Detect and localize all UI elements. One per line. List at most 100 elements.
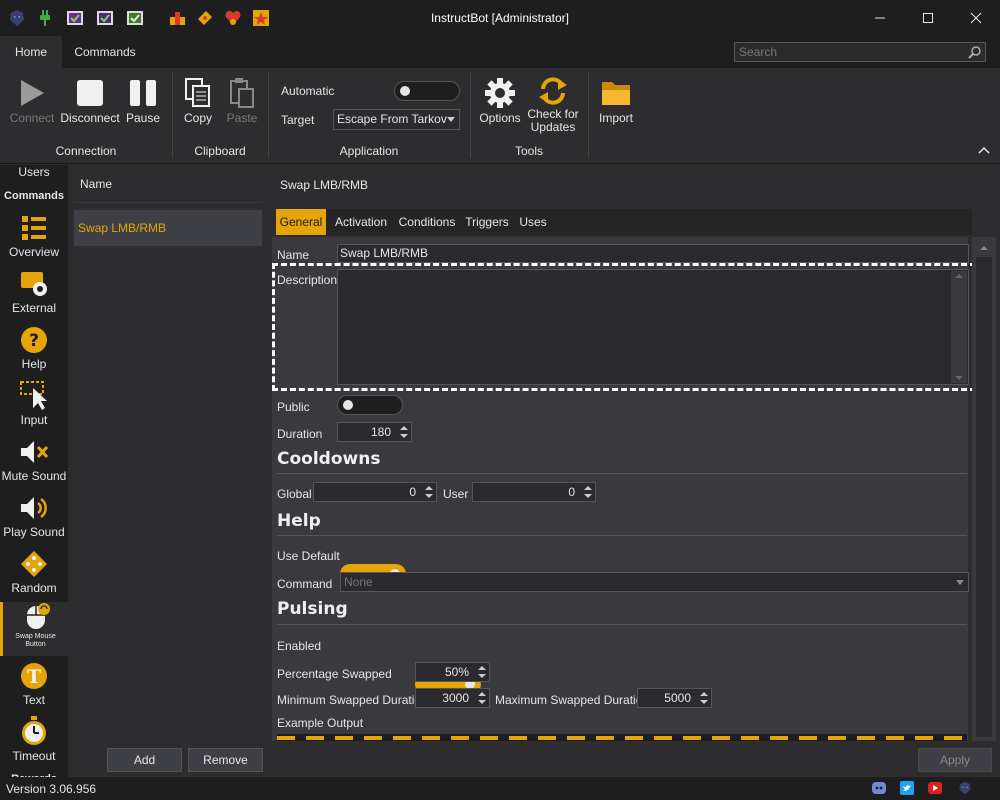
- play-icon: [21, 80, 44, 106]
- mouse-swap-icon: [26, 603, 50, 629]
- dice-icon: [21, 551, 47, 577]
- window-title: InstructBot [Administrator]: [430, 11, 570, 25]
- command-select[interactable]: None: [340, 572, 969, 592]
- nav-item-timeout[interactable]: Timeout: [0, 714, 68, 770]
- tab-uses[interactable]: Uses: [516, 209, 550, 235]
- tab-conditions[interactable]: Conditions: [396, 209, 458, 235]
- disconnect-button[interactable]: Disconnect: [60, 74, 120, 134]
- nav-users[interactable]: Users: [0, 165, 68, 183]
- paste-button[interactable]: Paste: [222, 74, 262, 134]
- refresh-icon: [539, 77, 567, 105]
- wolf-logo-icon[interactable]: [957, 780, 973, 796]
- nav-item-mute-sound[interactable]: Mute Sound: [0, 434, 68, 490]
- automatic-toggle[interactable]: [394, 81, 460, 101]
- automatic-label: Automatic: [281, 84, 335, 98]
- search-box[interactable]: [734, 42, 986, 62]
- tab-home[interactable]: Home: [0, 36, 62, 68]
- tab-general[interactable]: General: [276, 209, 326, 235]
- global-cooldown-input[interactable]: 0: [313, 482, 437, 502]
- tab-commands[interactable]: Commands: [62, 36, 148, 68]
- star-badge-icon[interactable]: [250, 7, 272, 29]
- nav-item-external[interactable]: External: [0, 266, 68, 322]
- check-for-updates-button[interactable]: Check for Updates: [526, 74, 580, 134]
- close-icon: [970, 12, 982, 24]
- shield-green-icon[interactable]: [124, 7, 146, 29]
- discord-icon[interactable]: [872, 781, 886, 795]
- scroll-down-icon[interactable]: [951, 373, 967, 383]
- scroll-up-icon[interactable]: [951, 271, 967, 281]
- nav-commands-header[interactable]: Commands: [0, 185, 68, 207]
- maximize-button[interactable]: [905, 0, 951, 36]
- youtube-icon[interactable]: [928, 781, 942, 795]
- twitter-icon[interactable]: [900, 781, 914, 795]
- spinner-arrows-icon[interactable]: [477, 690, 487, 706]
- nav-item-help[interactable]: ? Help: [0, 322, 68, 378]
- remove-button[interactable]: Remove: [188, 748, 263, 772]
- plug-icon[interactable]: [34, 7, 56, 29]
- command-list-panel: Name Swap LMB/RMB Add Remove: [68, 165, 268, 777]
- global-label: Global: [277, 487, 312, 501]
- shield-purple-2-icon[interactable]: [94, 7, 116, 29]
- user-cooldown-input[interactable]: 0: [472, 482, 596, 502]
- public-toggle[interactable]: [337, 395, 403, 415]
- list-item[interactable]: Swap LMB/RMB: [74, 210, 262, 246]
- text-t-icon: T: [21, 663, 47, 689]
- apply-button[interactable]: Apply: [918, 748, 992, 772]
- stopwatch-icon: [22, 716, 46, 745]
- add-button[interactable]: Add: [107, 748, 182, 772]
- spinner-arrows-icon[interactable]: [699, 690, 709, 706]
- tab-activation[interactable]: Activation: [332, 209, 390, 235]
- collapse-ribbon-icon[interactable]: [978, 146, 990, 154]
- scroll-thumb[interactable]: [976, 257, 992, 737]
- nav-item-input[interactable]: Input: [0, 378, 68, 434]
- wolf-logo-icon[interactable]: [6, 7, 28, 29]
- nav-item-text[interactable]: T Text: [0, 658, 68, 714]
- pause-button[interactable]: Pause: [122, 74, 164, 134]
- description-textarea[interactable]: [337, 269, 969, 385]
- scroll-up-icon[interactable]: [976, 243, 992, 253]
- heart-badge-icon[interactable]: [222, 7, 244, 29]
- copy-button[interactable]: Copy: [178, 74, 218, 134]
- minimize-button[interactable]: [857, 0, 903, 36]
- tools-group-label: Tools: [514, 144, 543, 158]
- nav-item-random[interactable]: Random: [0, 546, 68, 602]
- nav-item-play-sound[interactable]: Play Sound: [0, 490, 68, 546]
- detail-scrollbar[interactable]: [972, 237, 996, 741]
- search-input[interactable]: [735, 43, 965, 61]
- minimize-icon: [875, 17, 885, 19]
- overview-list-icon: [22, 216, 46, 240]
- svg-text:?: ?: [29, 331, 39, 351]
- options-button[interactable]: Options: [478, 74, 522, 134]
- spinner-arrows-icon[interactable]: [583, 484, 593, 500]
- nav-item-overview[interactable]: Overview: [0, 210, 68, 266]
- folder-icon: [602, 82, 630, 105]
- ticket-icon[interactable]: [194, 7, 216, 29]
- connect-button[interactable]: Connect: [6, 74, 58, 134]
- percentage-swapped-input[interactable]: 50%: [415, 662, 490, 682]
- nav-rewards-header[interactable]: Rewards: [0, 768, 68, 777]
- duration-input[interactable]: 180: [337, 422, 412, 442]
- percentage-swapped-label: Percentage Swapped: [277, 667, 392, 681]
- shield-purple-icon[interactable]: [64, 7, 86, 29]
- target-select[interactable]: Escape From Tarkov: [333, 109, 460, 130]
- pixel-people-icon[interactable]: [166, 7, 188, 29]
- spinner-arrows-icon[interactable]: [399, 424, 409, 440]
- max-swapped-duration-input[interactable]: 5000: [637, 688, 712, 708]
- list-header-name[interactable]: Name: [80, 177, 112, 191]
- clipboard-group-label: Clipboard: [194, 144, 246, 158]
- nav-item-swap-mouse-button[interactable]: Swap Mouse Button: [0, 602, 68, 656]
- close-button[interactable]: [953, 0, 999, 36]
- spinner-arrows-icon[interactable]: [424, 484, 434, 500]
- name-input[interactable]: Swap LMB/RMB: [337, 244, 969, 263]
- import-button[interactable]: Import: [594, 74, 638, 134]
- spinner-arrows-icon[interactable]: [477, 664, 487, 680]
- stop-icon: [77, 80, 103, 106]
- description-label: Description: [277, 273, 338, 287]
- tab-triggers[interactable]: Triggers: [464, 209, 510, 235]
- min-swapped-duration-input[interactable]: 3000: [415, 688, 490, 708]
- search-icon[interactable]: [968, 45, 982, 59]
- command-label: Command: [277, 577, 333, 591]
- description-scrollbar[interactable]: [951, 271, 967, 383]
- section-divider: [277, 624, 967, 625]
- application-group-label: Application: [339, 144, 399, 158]
